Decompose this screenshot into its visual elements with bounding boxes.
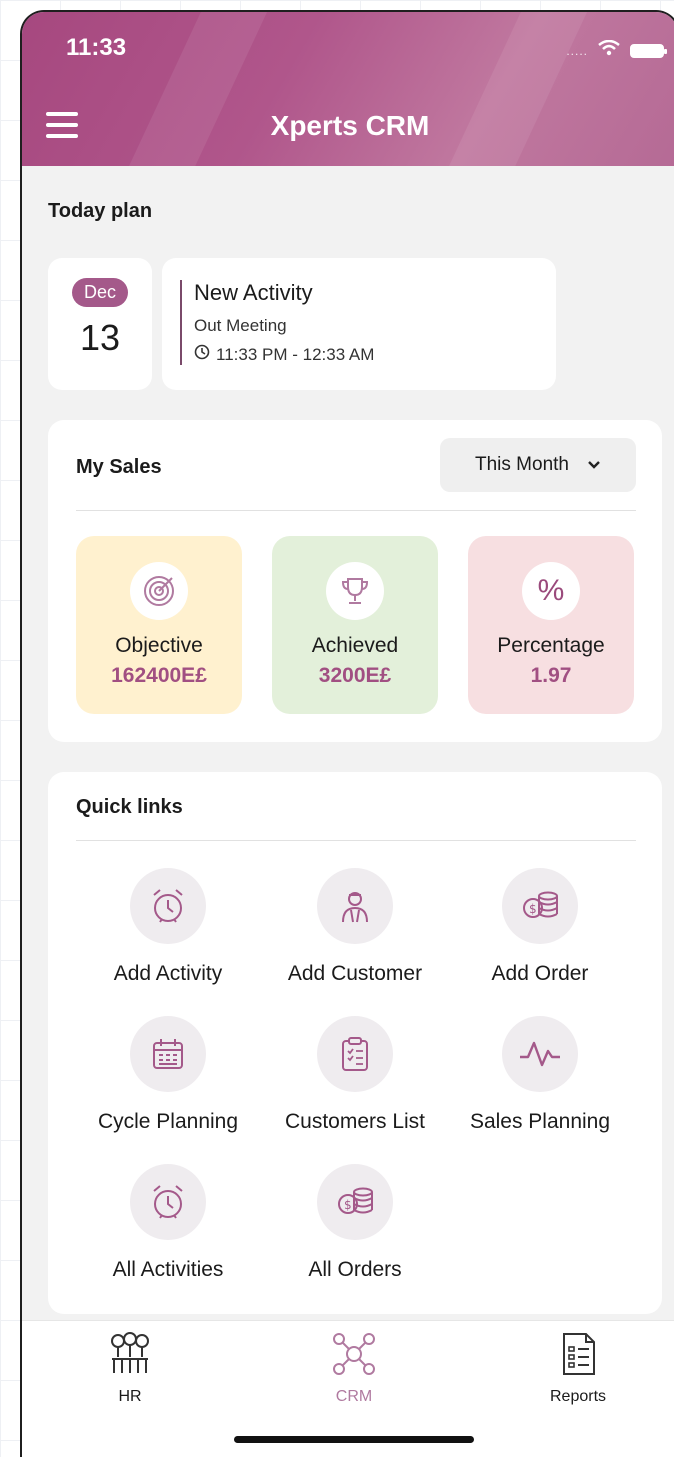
battery-icon	[630, 43, 667, 58]
pulse-icon	[502, 1016, 578, 1092]
my-sales-title: My Sales	[76, 456, 162, 478]
objective-stat: Objective 162400E£	[76, 536, 242, 714]
alarm-clock-icon	[130, 1164, 206, 1240]
period-dropdown-value: This Month	[475, 454, 569, 475]
coins-icon: $	[317, 1164, 393, 1240]
activity-title: New Activity	[194, 280, 313, 305]
quick-link-label: All Orders	[308, 1258, 402, 1281]
chevron-down-icon	[587, 454, 601, 476]
tab-hr[interactable]: HR	[70, 1331, 190, 1406]
trophy-icon	[326, 562, 384, 620]
divider	[76, 840, 636, 841]
quick-link-sales-planning[interactable]: Sales Planning	[450, 1016, 630, 1134]
date-day: 13	[79, 317, 121, 358]
tab-reports[interactable]: Reports	[518, 1331, 638, 1406]
quick-links-title: Quick links	[76, 796, 183, 818]
tab-label: HR	[118, 1388, 142, 1405]
signal-dots: .....	[566, 43, 588, 58]
header-decoration	[429, 12, 595, 166]
wifi-icon	[598, 39, 620, 61]
app-title: Xperts CRM	[270, 110, 430, 141]
status-icons: .....	[566, 39, 667, 61]
quick-link-all-orders[interactable]: $ All Orders	[265, 1164, 445, 1282]
tab-crm[interactable]: CRM	[294, 1331, 414, 1406]
tab-label: CRM	[335, 1388, 373, 1405]
date-card: Dec 13	[48, 258, 152, 390]
quick-link-cycle-planning[interactable]: Cycle Planning	[78, 1016, 258, 1134]
quick-link-add-activity[interactable]: Add Activity	[78, 868, 258, 986]
clipboard-list-icon	[317, 1016, 393, 1092]
person-icon	[317, 868, 393, 944]
home-indicator	[234, 1436, 474, 1443]
percentage-stat: % Percentage 1.97	[468, 536, 634, 714]
network-icon	[330, 1333, 378, 1381]
quick-link-label: Add Customer	[287, 962, 423, 985]
quick-link-label: Add Order	[491, 962, 589, 985]
app-header: 11:33 ..... Xperts CRM	[22, 12, 674, 166]
header-decoration	[109, 12, 275, 166]
quick-link-label: Sales Planning	[469, 1110, 611, 1133]
team-icon	[104, 1332, 156, 1381]
quick-link-label: Customers List	[284, 1110, 426, 1133]
tab-label: Reports	[549, 1388, 607, 1405]
stat-label: Achieved	[311, 634, 399, 657]
status-time: 11:33	[66, 34, 127, 61]
percent-icon: %	[522, 562, 580, 620]
quick-link-add-order[interactable]: $ Add Order	[450, 868, 630, 986]
stat-value: 1.97	[530, 664, 572, 687]
quick-link-label: Add Activity	[113, 962, 223, 985]
achieved-stat: Achieved 3200E£	[272, 536, 438, 714]
phone-screen: 11:33 ..... Xperts CRM Today plan Dec 13…	[20, 10, 674, 1457]
stat-value: 162400E£	[111, 664, 207, 687]
my-sales-card: My Sales This Month Objective 162400E£ A…	[48, 420, 662, 742]
quick-links-card: Quick links Add Activity Add Customer $ …	[48, 772, 662, 1314]
activity-time: 11:33 PM - 12:33 AM	[216, 344, 375, 364]
coins-icon: $	[502, 868, 578, 944]
today-plan-title: Today plan	[48, 200, 153, 222]
date-month-badge: Dec	[71, 278, 128, 307]
target-icon	[130, 562, 188, 620]
stat-value: 3200E£	[318, 664, 392, 687]
svg-text:$: $	[344, 1198, 352, 1212]
alarm-clock-icon	[130, 868, 206, 944]
activity-card[interactable]: New Activity Out Meeting 11:33 PM - 12:3…	[162, 258, 556, 390]
activity-details: New Activity Out Meeting 11:33 PM - 12:3…	[180, 280, 374, 365]
quick-link-add-customer[interactable]: Add Customer	[265, 868, 445, 986]
quick-link-label: Cycle Planning	[97, 1110, 239, 1133]
report-icon	[558, 1333, 598, 1381]
activity-type: Out Meeting	[194, 316, 287, 335]
divider	[76, 510, 636, 511]
quick-link-all-activities[interactable]: All Activities	[78, 1164, 258, 1282]
stat-label: Percentage	[497, 634, 605, 657]
svg-text:$: $	[529, 902, 537, 916]
stat-label: Objective	[115, 634, 203, 657]
activity-time-row: 11:33 PM - 12:33 AM	[194, 344, 374, 365]
period-dropdown[interactable]: This Month	[440, 438, 636, 492]
quick-link-label: All Activities	[112, 1258, 224, 1281]
bottom-tab-bar: HR CRM Reports	[22, 1320, 674, 1457]
calendar-icon	[130, 1016, 206, 1092]
quick-link-customers-list[interactable]: Customers List	[265, 1016, 445, 1134]
clock-icon	[194, 344, 210, 365]
